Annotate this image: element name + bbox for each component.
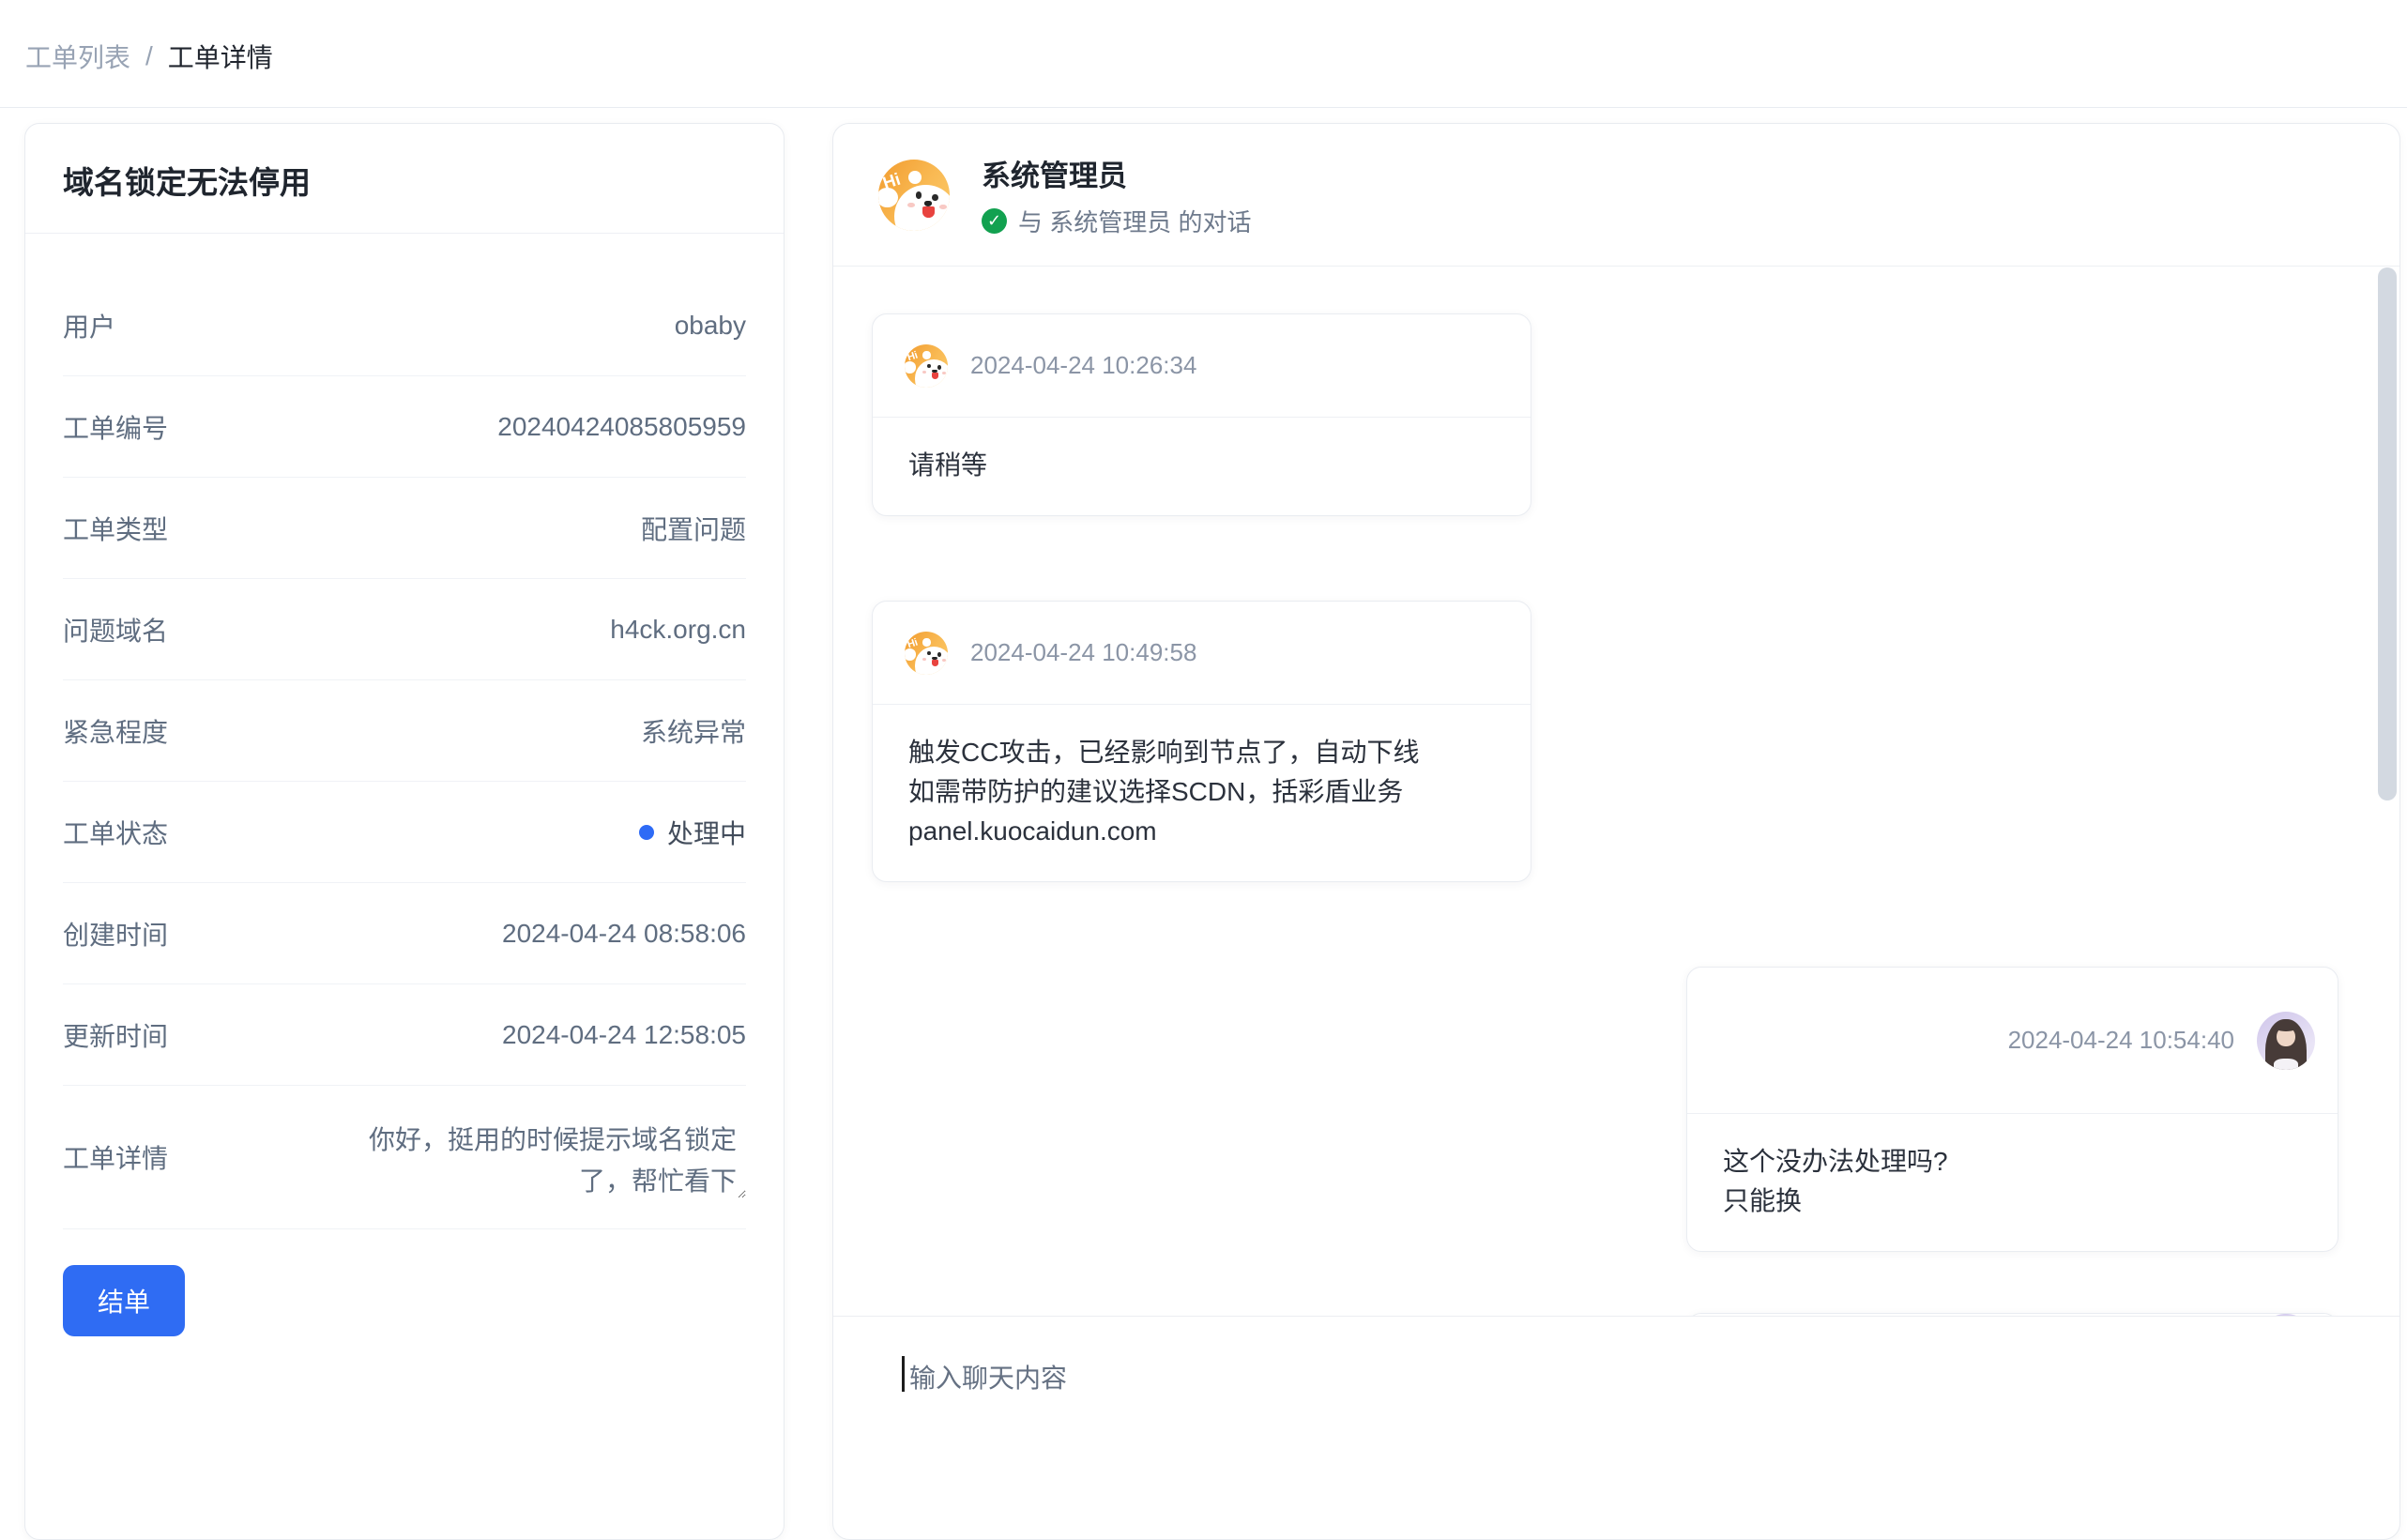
field-row-detail: 工单详情 你好，挺用的时候提示域名锁定 了，帮忙看下: [63, 1086, 746, 1229]
field-value: h4ck.org.cn: [610, 615, 746, 645]
field-label: 工单详情: [63, 1138, 168, 1176]
field-row-ticket-number: 工单编号 20240424085805959: [63, 376, 746, 478]
text-caret: [902, 1356, 905, 1392]
chat-panel: Hi 系统管理员 ✓ 与 系统管理员 的对话 Hi 2024-04-24 10:…: [832, 123, 2400, 1540]
admin-mascot-avatar-icon: Hi: [905, 632, 948, 675]
field-row-domain: 问题域名 h4ck.org.cn: [63, 579, 746, 680]
admin-mascot-avatar-icon: Hi: [905, 344, 948, 388]
chat-subtitle: ✓ 与 系统管理员 的对话: [982, 204, 1251, 238]
field-label: 用户: [63, 307, 115, 344]
message-line: panel.kuocaidun.com: [908, 812, 1495, 851]
message-line: 如需带防护的建议选择SCDN，括彩盾业务: [908, 772, 1495, 812]
message-body: 请稍等: [873, 418, 1531, 515]
field-row-updated-at: 更新时间 2024-04-24 12:58:05: [63, 984, 746, 1086]
message-timestamp: 2024-04-24 10:54:40: [2008, 1026, 2234, 1055]
field-label: 紧急程度: [63, 712, 168, 750]
field-label: 工单状态: [63, 814, 168, 851]
message-body: 这个没办法处理吗? 只能换: [1687, 1114, 2338, 1251]
field-row-created-at: 创建时间 2024-04-24 08:58:06: [63, 883, 746, 984]
ticket-detail-textarea[interactable]: 你好，挺用的时候提示域名锁定 了，帮忙看下: [308, 1116, 746, 1198]
message-timestamp: 2024-04-24 10:49:58: [970, 638, 1196, 667]
message-card-admin: Hi 2024-04-24 10:49:58 触发CC攻击，已经影响到节点了，自…: [872, 601, 1531, 882]
field-label: 工单类型: [63, 510, 168, 547]
field-value: 配置问题: [641, 510, 746, 547]
message-card-user-clipped: [1686, 1313, 2338, 1317]
chat-subtitle-text: 与 系统管理员 的对话: [1018, 204, 1251, 238]
field-value: 2024-04-24 12:58:05: [502, 1020, 746, 1050]
status-text: 处理中: [667, 814, 746, 851]
message-line: 请稍等: [908, 446, 1495, 485]
breadcrumb-ticket-list-link[interactable]: 工单列表: [25, 38, 130, 75]
verified-check-icon: ✓: [982, 208, 1007, 234]
message-header: [1687, 1314, 2338, 1317]
message-line: 触发CC攻击，已经影响到节点了，自动下线: [908, 733, 1495, 772]
chat-message-list: Hi 2024-04-24 10:26:34 请稍等 Hi 2024-04-24…: [833, 267, 2399, 1317]
field-value: 2024-04-24 08:58:06: [502, 919, 746, 949]
chat-header: Hi 系统管理员 ✓ 与 系统管理员 的对话: [833, 124, 2399, 267]
field-label: 工单编号: [63, 408, 168, 446]
field-value: obaby: [675, 311, 746, 341]
field-row-status: 工单状态 处理中: [63, 782, 746, 883]
field-row-ticket-type: 工单类型 配置问题: [63, 478, 746, 579]
message-card-user: 2024-04-24 10:54:40 这个没办法处理吗? 只能换: [1686, 967, 2338, 1252]
ticket-detail-panel: 域名锁定无法停用 用户 obaby 工单编号 20240424085805959…: [24, 123, 785, 1540]
field-value: 系统异常: [641, 712, 746, 750]
breadcrumb: 工单列表 / 工单详情: [0, 0, 2407, 108]
close-ticket-button[interactable]: 结单: [63, 1265, 185, 1336]
chat-input-placeholder: 输入聊天内容: [909, 1358, 1067, 1395]
ticket-title: 域名锁定无法停用: [25, 124, 784, 234]
user-avatar: [2257, 1012, 2315, 1070]
admin-mascot-avatar-icon: Hi: [878, 160, 950, 231]
chat-admin-name: 系统管理员: [982, 152, 1251, 194]
field-label: 创建时间: [63, 915, 168, 953]
breadcrumb-current-page: 工单详情: [168, 38, 273, 75]
field-label: 问题域名: [63, 611, 168, 648]
breadcrumb-separator: /: [145, 41, 153, 71]
status-dot-icon: [639, 825, 654, 840]
user-avatar: [2257, 1314, 2315, 1317]
chat-scrollbar-thumb[interactable]: [2378, 267, 2397, 800]
message-line: 只能换: [1723, 1182, 2302, 1221]
message-line: 这个没办法处理吗?: [1723, 1142, 2302, 1182]
message-header: Hi 2024-04-24 10:49:58: [873, 602, 1531, 705]
message-header: 2024-04-24 10:54:40: [1687, 968, 2338, 1114]
message-header: Hi 2024-04-24 10:26:34: [873, 314, 1531, 418]
message-timestamp: 2024-04-24 10:26:34: [970, 351, 1196, 380]
message-body: 触发CC攻击，已经影响到节点了，自动下线 如需带防护的建议选择SCDN，括彩盾业…: [873, 705, 1531, 881]
ticket-field-list: 用户 obaby 工单编号 20240424085805959 工单类型 配置问…: [25, 234, 784, 1229]
message-card-admin: Hi 2024-04-24 10:26:34 请稍等: [872, 313, 1531, 516]
field-row-user: 用户 obaby: [63, 275, 746, 376]
field-value: 20240424085805959: [497, 412, 746, 442]
chat-input[interactable]: 输入聊天内容: [833, 1317, 2399, 1395]
field-value: 处理中: [639, 814, 746, 851]
field-label: 更新时间: [63, 1016, 168, 1054]
field-row-urgency: 紧急程度 系统异常: [63, 680, 746, 782]
